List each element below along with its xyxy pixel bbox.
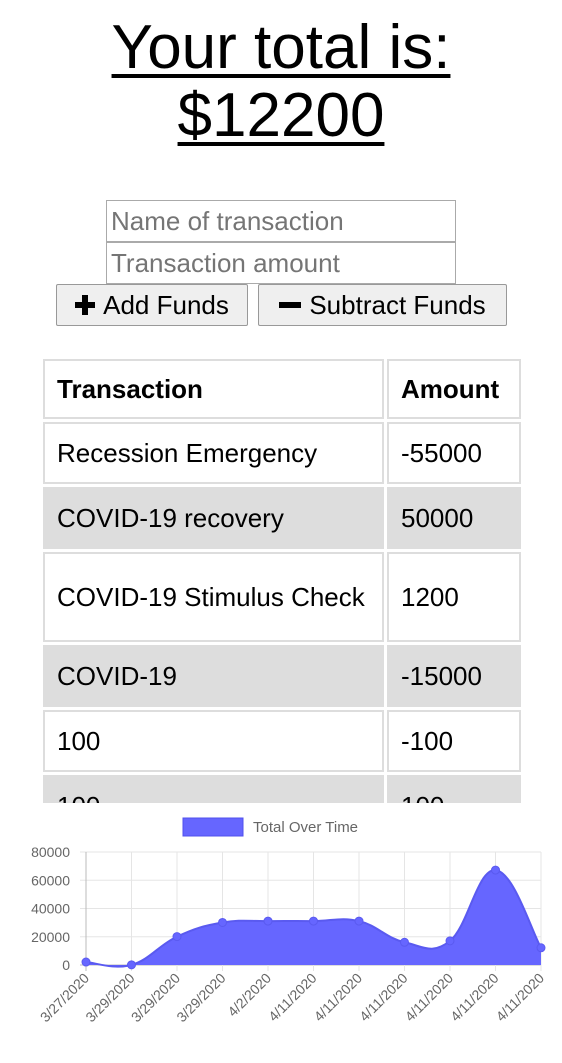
transaction-name-cell: 100 xyxy=(43,775,384,803)
column-header-amount: Amount xyxy=(387,359,521,419)
subtract-funds-button[interactable]: Subtract Funds xyxy=(258,284,507,326)
transaction-amount-cell: -15000 xyxy=(387,645,521,707)
table-row: 100 100 xyxy=(43,775,521,803)
transaction-name-cell: COVID-19 xyxy=(43,645,384,707)
legend-label[interactable]: Total Over Time xyxy=(253,819,358,836)
column-header-transaction: Transaction xyxy=(43,359,384,419)
y-tick-label: 60000 xyxy=(31,872,70,888)
transaction-amount-cell: 1200 xyxy=(387,552,521,642)
table-row: COVID-19 recovery 50000 xyxy=(43,487,521,549)
minus-icon xyxy=(279,302,302,308)
data-point[interactable] xyxy=(218,917,227,927)
transaction-name-input[interactable] xyxy=(106,200,456,242)
x-tick-label: 4/11/2020 xyxy=(492,970,547,1025)
transaction-amount-cell: -55000 xyxy=(387,422,521,484)
x-tick-label: 4/11/2020 xyxy=(356,970,411,1025)
x-tick-label: 4/11/2020 xyxy=(401,970,456,1025)
x-tick-label: 4/11/2020 xyxy=(447,970,502,1025)
data-point[interactable] xyxy=(309,916,318,926)
table-row: Recession Emergency -55000 xyxy=(43,422,521,484)
data-point[interactable] xyxy=(536,943,546,953)
transaction-amount-cell: 100 xyxy=(387,775,521,803)
transaction-amount-cell: -100 xyxy=(387,710,521,772)
data-point[interactable] xyxy=(491,865,500,875)
x-tick-label: 4/11/2020 xyxy=(310,970,365,1025)
transaction-amount-input[interactable] xyxy=(106,242,456,284)
transaction-name-cell: 100 xyxy=(43,710,384,772)
transactions-table: Transaction Amount Recession Emergency -… xyxy=(40,356,524,803)
add-funds-button[interactable]: Add Funds xyxy=(56,284,248,326)
add-funds-label: Add Funds xyxy=(103,289,229,320)
plus-icon xyxy=(75,295,96,315)
subtract-funds-label: Subtract Funds xyxy=(309,289,486,320)
data-point[interactable] xyxy=(263,916,273,926)
data-point[interactable] xyxy=(445,936,455,946)
total-over-time-chart: Total Over Time8000060000400002000003/27… xyxy=(31,817,547,1026)
y-tick-label: 80000 xyxy=(31,844,70,860)
table-row: COVID-19 Stimulus Check 1200 xyxy=(43,552,521,642)
data-point[interactable] xyxy=(127,960,136,970)
table-row: COVID-19 -15000 xyxy=(43,645,521,707)
transaction-form xyxy=(106,200,456,284)
total-heading: Your total is: $12200 xyxy=(0,14,562,150)
transaction-name-cell: Recession Emergency xyxy=(43,422,384,484)
data-point[interactable] xyxy=(81,957,91,967)
data-point[interactable] xyxy=(400,937,409,947)
data-point[interactable] xyxy=(354,916,364,926)
x-tick-label: 3/29/2020 xyxy=(173,970,229,1026)
legend-swatch[interactable] xyxy=(182,817,244,837)
transaction-name-cell: COVID-19 recovery xyxy=(43,487,384,549)
data-point[interactable] xyxy=(172,932,182,942)
total-label: Your total is: xyxy=(111,13,451,82)
y-tick-label: 20000 xyxy=(31,929,70,945)
transaction-name-cell: COVID-19 Stimulus Check xyxy=(43,552,384,642)
table-header-row: Transaction Amount xyxy=(43,359,521,419)
y-tick-label: 40000 xyxy=(31,901,70,917)
x-tick-label: 4/11/2020 xyxy=(265,970,320,1025)
table-row: 100 -100 xyxy=(43,710,521,772)
transactions-table-container[interactable]: Transaction Amount Recession Emergency -… xyxy=(40,356,524,803)
transaction-amount-cell: 50000 xyxy=(387,487,521,549)
total-amount: $12200 xyxy=(177,81,385,150)
y-tick-label: 0 xyxy=(62,957,70,973)
